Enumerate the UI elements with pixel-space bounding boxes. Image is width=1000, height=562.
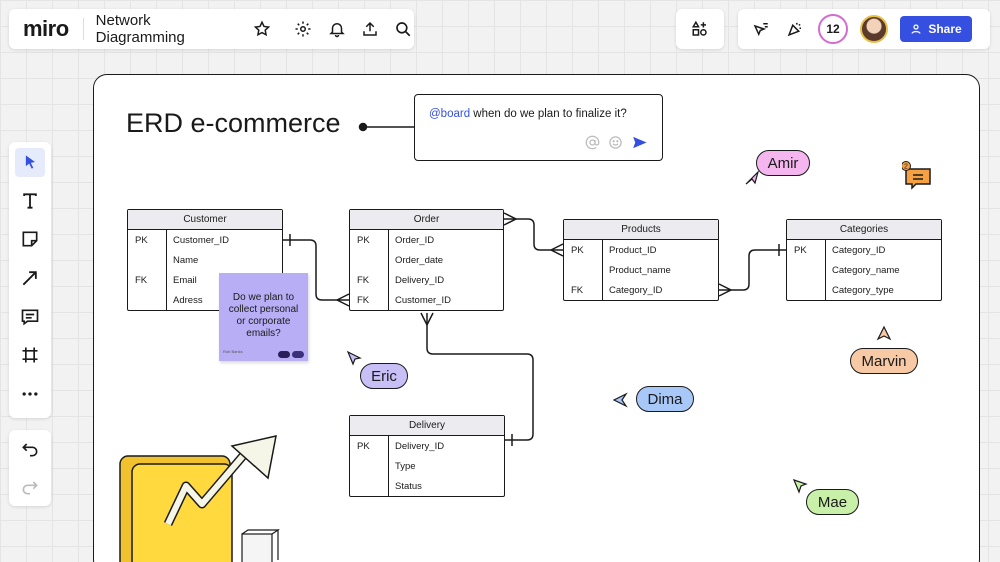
- share-label: Share: [928, 22, 962, 36]
- table-row: Category_name: [832, 264, 900, 276]
- collaborator-eric: Eric: [360, 363, 408, 389]
- top-bar-left: miro Network Diagramming: [9, 9, 414, 49]
- table-row: PK Category_ID: [794, 244, 886, 256]
- collaborator-dima: Dima: [636, 386, 694, 412]
- sticky-note-author: Rob Banks: [223, 349, 243, 354]
- user-avatar[interactable]: [860, 15, 888, 43]
- growth-illustration: [119, 435, 280, 562]
- user-icon: [911, 24, 921, 34]
- cursor-arrow-mae: [792, 479, 808, 494]
- left-toolbar: [9, 142, 51, 418]
- star-icon[interactable]: [251, 18, 272, 40]
- text-icon: [23, 193, 37, 209]
- table-title: Categories: [787, 220, 941, 240]
- table-categories[interactable]: Categories PK Category_ID Category_name C…: [786, 219, 942, 301]
- top-bar-right: 12 Share: [738, 9, 990, 49]
- comment-box[interactable]: @board when do we plan to finalize it?: [414, 94, 663, 161]
- sticky-tag-2: [292, 351, 304, 358]
- table-row: PK Customer_ID: [135, 234, 229, 246]
- sticky-note-tool[interactable]: [15, 225, 45, 254]
- sticky-note-text: Do we plan to collect personal or corpor…: [228, 292, 299, 339]
- table-row: Status: [395, 480, 422, 492]
- chat-icon[interactable]: 2: [901, 161, 932, 191]
- text-tool[interactable]: [15, 187, 45, 216]
- cursor-arrow-dima: [612, 392, 628, 408]
- apps-icon: [691, 20, 707, 36]
- more-tools[interactable]: [15, 379, 45, 408]
- redo-button[interactable]: [15, 472, 45, 502]
- celebrate-icon[interactable]: [784, 18, 806, 40]
- frame-icon: [22, 347, 38, 363]
- arrow-icon: [22, 271, 37, 286]
- bell-icon[interactable]: [326, 18, 347, 40]
- comment-mention[interactable]: @board: [429, 108, 470, 120]
- table-row: Category_type: [832, 284, 894, 296]
- chat-badge-count: 2: [904, 164, 908, 171]
- table-title: Order: [350, 210, 503, 230]
- miro-logo[interactable]: miro: [23, 16, 69, 42]
- participants-counter[interactable]: 12: [818, 14, 848, 44]
- share-button[interactable]: Share: [900, 16, 972, 42]
- sticky-note[interactable]: Do we plan to collect personal or corpor…: [219, 273, 308, 361]
- undo-icon: [22, 443, 38, 457]
- select-tool[interactable]: [15, 148, 45, 177]
- cursor-arrow-marvin: [876, 325, 892, 341]
- send-icon[interactable]: [631, 134, 648, 151]
- table-row: Order_date: [395, 254, 444, 266]
- cursor-arrow-eric: [346, 350, 362, 366]
- table-order[interactable]: Order PK Order_ID Order_date FK Delivery_I…: [349, 209, 504, 311]
- upload-icon[interactable]: [359, 18, 380, 40]
- table-row: PK Product_ID: [571, 244, 657, 256]
- table-title: Delivery: [350, 416, 504, 436]
- table-row: PK Order_ID: [357, 234, 435, 246]
- more-icon: [22, 392, 38, 396]
- comment-icon: [21, 309, 39, 325]
- follow-cursor-icon[interactable]: [750, 18, 772, 40]
- divider: [82, 18, 84, 40]
- collaborator-amir: Amir: [756, 150, 810, 176]
- undo-redo-panel: [9, 430, 51, 506]
- cursor-arrow-amir: [745, 170, 760, 185]
- frame-tool[interactable]: [15, 341, 45, 370]
- undo-button[interactable]: [15, 434, 45, 464]
- table-products[interactable]: Products PK Product_ID Product_name FK Cat…: [563, 219, 719, 301]
- table-delivery[interactable]: Delivery PK Delivery_ID Type Status: [349, 415, 505, 497]
- search-icon[interactable]: [393, 18, 414, 40]
- at-icon[interactable]: [585, 135, 600, 150]
- table-row: FK Category_ID: [571, 284, 663, 296]
- sticky-note-icon: [22, 231, 38, 247]
- emoji-icon[interactable]: [608, 135, 623, 150]
- collaborator-mae: Mae: [806, 489, 859, 515]
- table-title: Customer: [128, 210, 282, 230]
- table-row: FK Customer_ID: [357, 294, 451, 306]
- board-title[interactable]: Network Diagramming: [96, 12, 240, 46]
- diagram-title[interactable]: ERD e-commerce: [126, 108, 341, 139]
- apps-button[interactable]: [676, 9, 724, 49]
- table-title: Products: [564, 220, 718, 240]
- cursor-icon: [25, 155, 35, 169]
- settings-icon[interactable]: [293, 18, 314, 40]
- comment-text: when do we plan to finalize it?: [470, 108, 627, 120]
- sticky-tag-1: [278, 351, 290, 358]
- table-row: Product_name: [609, 264, 671, 276]
- comment-tool[interactable]: [15, 302, 45, 331]
- table-row: Name: [173, 254, 199, 266]
- table-row: Type: [395, 460, 416, 472]
- redo-icon: [22, 481, 38, 495]
- table-row: FK Delivery_ID: [357, 274, 445, 286]
- table-row: PK Delivery_ID: [357, 440, 445, 452]
- connector-tool[interactable]: [15, 264, 45, 293]
- collaborator-marvin: Marvin: [850, 348, 918, 374]
